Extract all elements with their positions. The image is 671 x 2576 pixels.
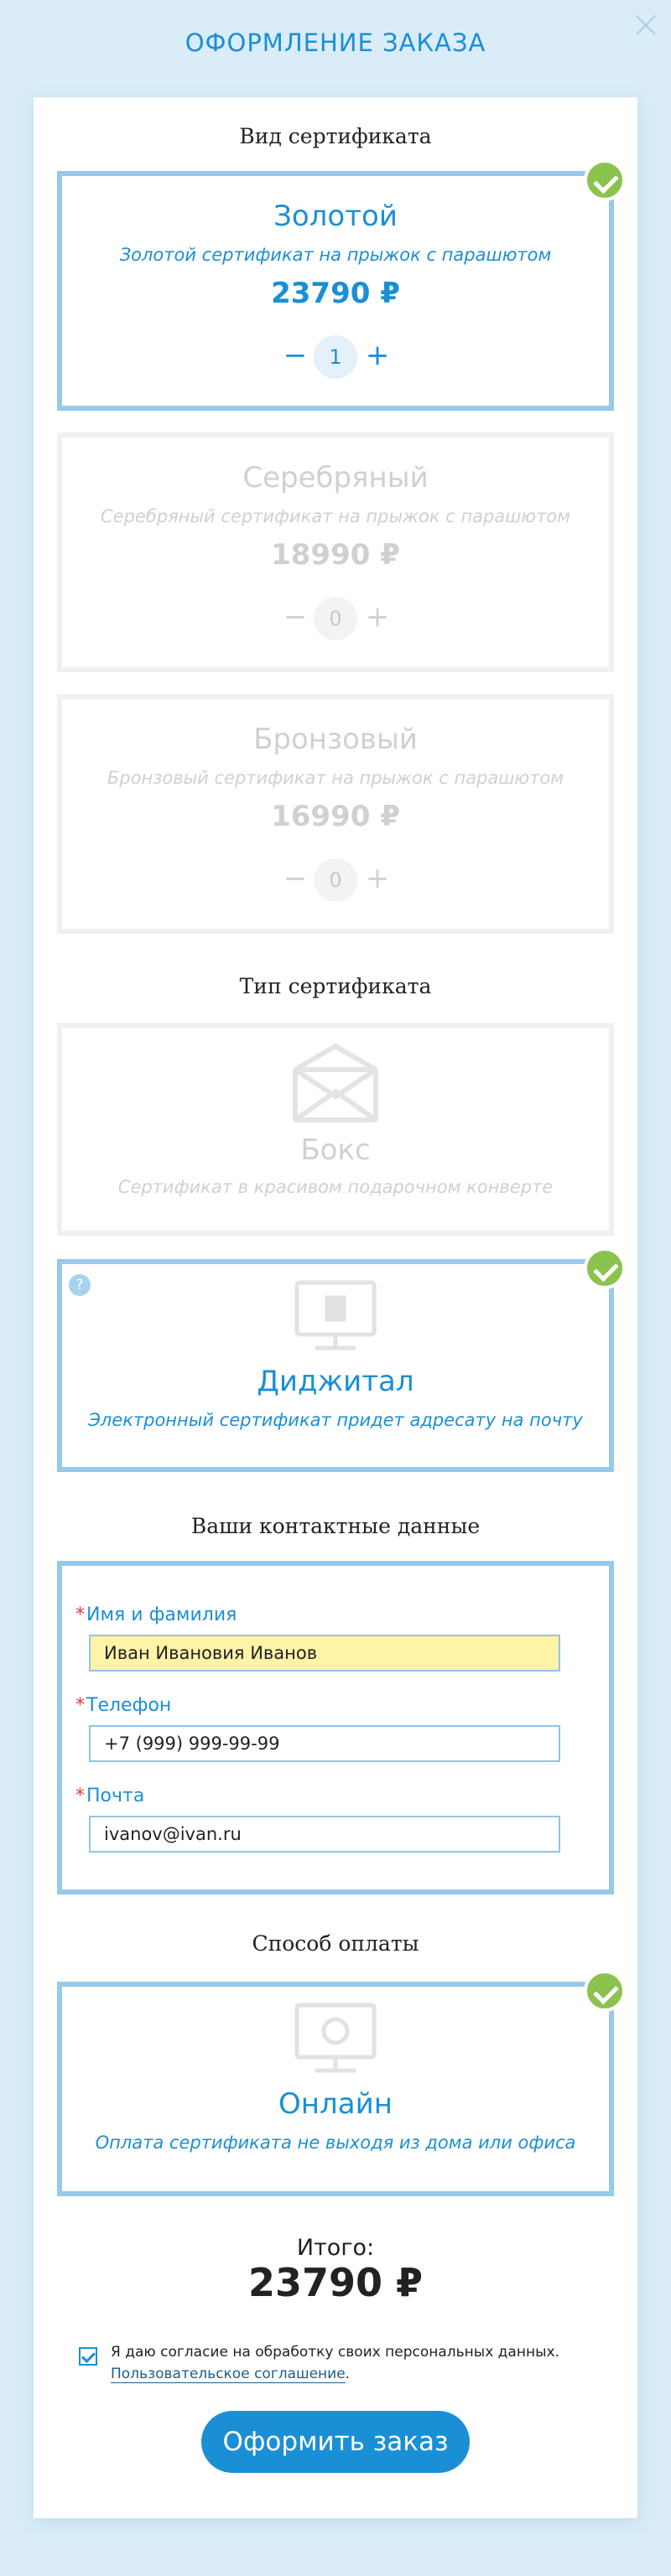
quantity-value: 0 bbox=[314, 858, 357, 902]
delivery-description: Сертификат в красивом подарочном конверт… bbox=[117, 1177, 554, 1197]
quantity-plus-button[interactable]: + bbox=[362, 600, 393, 634]
quantity-value: 1 bbox=[314, 335, 357, 379]
contact-form: *Имя и фамилия *Телефон *Почта bbox=[57, 1561, 614, 1894]
consent-statement: Я даю согласие на обработку своих персон… bbox=[111, 2344, 559, 2361]
check-icon bbox=[584, 159, 626, 201]
quantity-minus-button[interactable]: − bbox=[280, 600, 310, 634]
quantity-stepper: − 1 + bbox=[62, 335, 609, 379]
certificate-price: 16990 ₽ bbox=[271, 800, 400, 833]
section-title-certificate-kind: Вид сертификата bbox=[239, 124, 432, 148]
required-mark: * bbox=[75, 1695, 85, 1716]
name-field[interactable] bbox=[89, 1635, 560, 1672]
name-label: *Имя и фамилия bbox=[75, 1604, 237, 1625]
total-label: Итого: bbox=[296, 2235, 375, 2261]
payment-description: Оплата сертификата не выходя из дома или… bbox=[95, 2133, 576, 2153]
delivery-card-box[interactable]: Бокс Сертификат в красивом подарочном ко… bbox=[57, 1023, 614, 1236]
delivery-name: Диджитал bbox=[257, 1365, 414, 1398]
certificate-price: 18990 ₽ bbox=[271, 538, 400, 572]
required-mark: * bbox=[75, 1786, 85, 1806]
payment-name: Онлайн bbox=[278, 2087, 393, 2121]
monitor-coin-icon bbox=[294, 2003, 377, 2073]
certificate-name: Золотой bbox=[273, 200, 398, 233]
phone-field[interactable] bbox=[89, 1725, 560, 1762]
delivery-name: Бокс bbox=[300, 1133, 371, 1167]
certificate-description: Серебряный сертификат на прыжок с парашю… bbox=[101, 506, 570, 526]
certificate-description: Золотой сертификат на прыжок с парашютом bbox=[119, 245, 552, 265]
section-title-certificate-type: Тип сертификата bbox=[239, 974, 432, 998]
submit-order-button[interactable]: Оформить заказ bbox=[201, 2411, 470, 2473]
quantity-minus-button[interactable]: − bbox=[280, 339, 310, 372]
close-icon[interactable] bbox=[631, 10, 661, 40]
phone-label-text: Телефон bbox=[86, 1695, 172, 1716]
check-icon bbox=[584, 1247, 626, 1289]
payment-card-online[interactable]: Онлайн Оплата сертификата не выходя из д… bbox=[57, 1982, 614, 2196]
consent-link-suffix: . bbox=[345, 2366, 351, 2382]
quantity-stepper: − 0 + bbox=[62, 858, 609, 902]
modal-title: Оформление заказа bbox=[185, 29, 486, 57]
quantity-stepper: − 0 + bbox=[62, 597, 609, 640]
certificate-card-bronze[interactable]: Бронзовый Бронзовый сертификат на прыжок… bbox=[57, 694, 614, 934]
quantity-plus-button[interactable]: + bbox=[362, 862, 393, 895]
check-icon bbox=[584, 1970, 626, 2012]
certificate-description: Бронзовый сертификат на прыжок с парашют… bbox=[107, 768, 564, 788]
monitor-icon bbox=[294, 1280, 377, 1350]
quantity-plus-button[interactable]: + bbox=[362, 339, 393, 372]
quantity-minus-button[interactable]: − bbox=[280, 862, 310, 895]
envelope-icon bbox=[293, 1043, 378, 1122]
quantity-value: 0 bbox=[314, 597, 357, 640]
help-icon[interactable]: ? bbox=[69, 1274, 91, 1296]
certificate-name: Бронзовый bbox=[253, 723, 418, 756]
user-agreement-link[interactable]: Пользовательское соглашение bbox=[111, 2366, 346, 2383]
section-title-contacts: Ваши контактные данные bbox=[190, 1514, 481, 1538]
consent-checkbox[interactable] bbox=[79, 2347, 97, 2366]
delivery-card-digital[interactable]: Диджитал Электронный сертификат придет а… bbox=[57, 1259, 614, 1472]
total-value: 23790 ₽ bbox=[247, 2260, 424, 2305]
email-label-text: Почта bbox=[86, 1786, 145, 1806]
certificate-price: 23790 ₽ bbox=[271, 277, 400, 310]
delivery-description: Электронный сертификат придет адресату н… bbox=[88, 1410, 583, 1430]
certificate-card-gold[interactable]: Золотой Золотой сертификат на прыжок с п… bbox=[57, 171, 614, 411]
email-field[interactable] bbox=[89, 1816, 560, 1853]
certificate-name: Серебряный bbox=[242, 461, 429, 495]
certificate-card-silver[interactable]: Серебряный Серебряный сертификат на прыж… bbox=[57, 433, 614, 672]
consent-text: Я даю согласие на обработку своих персон… bbox=[111, 2341, 580, 2385]
section-title-payment: Способ оплаты bbox=[252, 1931, 419, 1956]
email-label: *Почта bbox=[75, 1786, 144, 1806]
required-mark: * bbox=[75, 1604, 85, 1625]
phone-label: *Телефон bbox=[75, 1695, 171, 1716]
name-label-text: Имя и фамилия bbox=[86, 1604, 237, 1625]
